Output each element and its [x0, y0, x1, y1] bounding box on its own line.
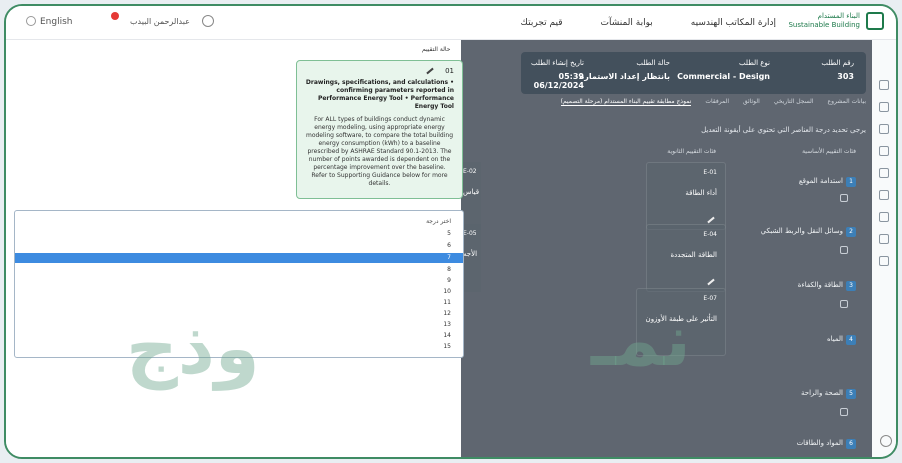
logo-text-ar: البناء المستدام [817, 12, 860, 20]
edit-pencil-icon[interactable] [707, 216, 715, 224]
select-option[interactable]: 8 [15, 265, 463, 275]
main-categories-header: فئات التقييم الأساسية [802, 148, 856, 155]
nav-facilities-portal[interactable]: بوابة المنشآت [601, 18, 653, 28]
criterion-tooltip: 01 Drawings, specifications, and calcula… [296, 60, 463, 199]
criterion-description: For ALL types of buildings conduct dynam… [305, 116, 454, 187]
notification-bell-icon[interactable] [104, 12, 119, 27]
help-icon[interactable] [880, 435, 892, 447]
lock-icon [840, 194, 848, 202]
watermark-right: نمـ [591, 298, 691, 382]
request-created-date: تاريخ إنشاء الطلب 05:39 06/12/2024 [531, 59, 584, 90]
logo[interactable]: البناء المستدام Sustainable Building [788, 12, 884, 30]
right-sidebar [872, 40, 896, 457]
tab-attachments[interactable]: المرفقات [705, 98, 729, 106]
document-icon[interactable] [879, 102, 889, 112]
logo-mark-icon [866, 12, 884, 30]
subcategory-card-partial[interactable]: E-05 الأجه [461, 224, 481, 292]
logout-icon[interactable] [879, 256, 889, 266]
select-option-selected[interactable]: 7 [15, 253, 463, 263]
criterion-number: 01 [445, 67, 454, 75]
user-icon[interactable] [202, 15, 214, 27]
notification-badge [111, 12, 119, 20]
tab-conformity-form[interactable]: نموذج مطابقة تقييم البناء المستدام (مرحل… [560, 98, 692, 106]
report-icon[interactable] [879, 124, 889, 134]
tab-history[interactable]: السجل التاريخي [774, 98, 814, 106]
lock-icon [840, 300, 848, 308]
category-materials[interactable]: 6المواد والطاقات [751, 430, 856, 457]
lock-icon [840, 246, 848, 254]
main-nav: إدارة المكاتب الهندسيه بوابة المنشآت قيم… [521, 18, 776, 28]
user-name[interactable]: عبدالرحمن البيدب [130, 17, 190, 26]
tab-documents[interactable]: الوثائق [743, 98, 760, 106]
instructions-text: يرجى تحديد درجة العناصر التي تحتوي على أ… [701, 126, 866, 134]
subcategory-card-partial[interactable]: E-02 قياس [461, 162, 481, 230]
subcategory-card[interactable]: E-04 الطاقة المتجددة [646, 224, 726, 292]
select-placeholder[interactable]: اختر درجة [15, 217, 463, 227]
subcategory-card[interactable]: E-01 أداء الطاقة [646, 162, 726, 230]
lock-icon [840, 408, 848, 416]
file-icon[interactable] [879, 168, 889, 178]
select-option[interactable]: 10 [15, 287, 463, 297]
list-icon[interactable] [879, 146, 889, 156]
top-navbar: English عبدالرحمن البيدب إدارة المكاتب ا… [6, 6, 896, 40]
category-site-sustainability[interactable]: 1استدامة الموقع [751, 168, 856, 208]
request-tabs: بيانات المشروع السجل التاريخي الوثائق ال… [560, 98, 866, 106]
nav-engineering-offices[interactable]: إدارة المكاتب الهندسيه [691, 18, 776, 28]
app-frame: English عبدالرحمن البيدب إدارة المكاتب ا… [4, 4, 898, 459]
request-type: نوع الطلب Commercial - Design [677, 59, 770, 81]
request-number: رقم الطلب 303 [821, 59, 854, 81]
nav-rate-experience[interactable]: قيم تجربتك [521, 18, 563, 28]
globe-icon[interactable] [26, 16, 36, 26]
sub-categories-header: فئات التقييم الثانوية [667, 148, 716, 155]
watermark-left: وذج [126, 306, 260, 390]
settings-icon[interactable] [879, 212, 889, 222]
home-icon[interactable] [879, 80, 889, 90]
category-water[interactable]: 4المياه [751, 326, 856, 366]
select-option[interactable]: 6 [15, 241, 463, 251]
language-switch[interactable]: English [40, 17, 73, 27]
edit-pencil-icon[interactable] [426, 67, 434, 75]
select-option[interactable]: 5 [15, 229, 463, 239]
criterion-title: Drawings, specifications, and calculatio… [305, 79, 454, 110]
request-status: حالة الطلب بانتظار إعداد الاستمارة [579, 59, 670, 81]
evaluation-status-label: حالة التقييم [422, 46, 451, 53]
request-header-card: رقم الطلب 303 نوع الطلب Commercial - Desig… [521, 52, 866, 94]
tab-project-data[interactable]: بيانات المشروع [828, 98, 866, 106]
edit-pencil-icon[interactable] [707, 278, 715, 286]
select-option[interactable]: 9 [15, 276, 463, 286]
logo-text-en: Sustainable Building [788, 21, 860, 29]
user-icon[interactable] [879, 234, 889, 244]
building-icon[interactable] [879, 190, 889, 200]
